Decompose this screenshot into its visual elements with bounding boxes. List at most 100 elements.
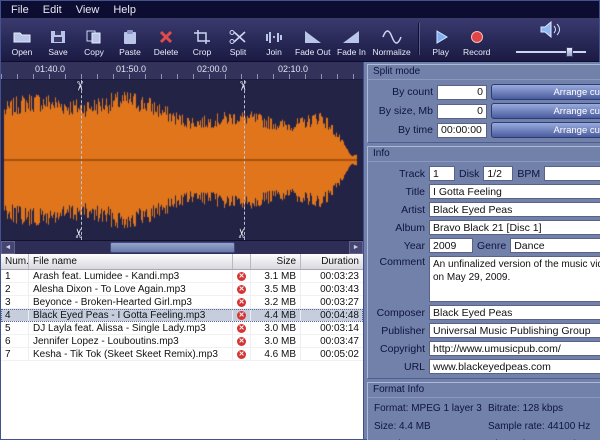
artist-input[interactable] bbox=[429, 202, 600, 217]
bpm-input[interactable] bbox=[544, 166, 600, 181]
fade-in-button[interactable]: Fade In bbox=[333, 19, 369, 59]
file-name[interactable]: DJ Layla feat. Alissa - Single Lady.mp3 bbox=[29, 322, 233, 334]
record-button[interactable]: Record bbox=[459, 19, 495, 59]
normalize-button[interactable]: Normalize bbox=[369, 19, 413, 59]
menu-edit[interactable]: Edit bbox=[36, 3, 69, 17]
crop-button[interactable]: Crop bbox=[184, 19, 220, 59]
delete-file-icon[interactable]: ✕ bbox=[237, 272, 246, 281]
disk-input[interactable] bbox=[483, 166, 513, 181]
publisher-input[interactable] bbox=[429, 323, 600, 338]
file-name[interactable]: Beyonce - Broken-Hearted Girl.mp3 bbox=[29, 296, 233, 308]
waveform-display[interactable]: ✂ ✂ ✂ ✂ bbox=[1, 80, 363, 240]
volume-slider[interactable] bbox=[516, 47, 586, 57]
album-input[interactable] bbox=[429, 220, 600, 235]
scissors-icon[interactable]: ✂ bbox=[71, 81, 87, 92]
delete-file-icon[interactable]: ✕ bbox=[237, 298, 246, 307]
header-delete bbox=[233, 254, 251, 269]
menu-file[interactable]: File bbox=[4, 3, 36, 17]
delete-file-icon[interactable]: ✕ bbox=[237, 337, 246, 346]
arrange-cut-lines-by-count-button[interactable]: Arrange cut lines bbox=[491, 84, 600, 100]
info-panel: Info Track Disk BPM Title bbox=[367, 146, 600, 379]
delete-file-cell: ✕ bbox=[233, 270, 251, 282]
split-button[interactable]: Split bbox=[220, 19, 256, 59]
crop-icon bbox=[192, 29, 212, 45]
scroll-right-arrow-icon[interactable]: ► bbox=[349, 241, 363, 254]
url-input[interactable] bbox=[429, 359, 600, 374]
file-row[interactable]: 5 DJ Layla feat. Alissa - Single Lady.mp… bbox=[1, 322, 363, 335]
fade-out-button[interactable]: Fade Out bbox=[292, 19, 333, 59]
header-size[interactable]: Size bbox=[251, 254, 301, 269]
scrollbar-thumb[interactable] bbox=[110, 242, 235, 253]
cut-line-1[interactable]: ✂ ✂ bbox=[81, 80, 82, 240]
waveform-pane: 01:40.0 01:50.0 02:00.0 02:10.0 ✂ ✂ ✂ ✂ … bbox=[1, 62, 364, 439]
comment-input[interactable]: An unfinalized version of the music vide… bbox=[429, 256, 600, 302]
delete-icon bbox=[156, 29, 176, 45]
title-input[interactable] bbox=[429, 184, 600, 199]
sample-rate-value: Sample rate: 44100 Hz bbox=[488, 421, 600, 432]
header-file-name[interactable]: File name bbox=[29, 254, 233, 269]
play-button[interactable]: Play bbox=[423, 19, 459, 59]
disk-label: Disk bbox=[459, 168, 479, 180]
file-num: 7 bbox=[1, 348, 29, 360]
file-row[interactable]: 7 Kesha - Tik Tok (Skeet Skeet Remix).mp… bbox=[1, 348, 363, 361]
delete-file-icon[interactable]: ✕ bbox=[237, 324, 246, 333]
arrange-cut-lines-by-time-button[interactable]: Arrange cut lines bbox=[491, 122, 600, 138]
menu-help[interactable]: Help bbox=[106, 3, 143, 17]
delete-button[interactable]: Delete bbox=[148, 19, 184, 59]
delete-file-icon[interactable]: ✕ bbox=[237, 350, 246, 359]
header-duration[interactable]: Duration bbox=[301, 254, 363, 269]
scissors-icon[interactable]: ✂ bbox=[234, 228, 250, 239]
file-row[interactable]: 6 Jennifer Lopez - Louboutins.mp3 ✕ 3.0 … bbox=[1, 335, 363, 348]
publisher-label: Publisher bbox=[373, 325, 425, 337]
timeline-ruler: 01:40.0 01:50.0 02:00.0 02:10.0 bbox=[1, 62, 363, 80]
composer-input[interactable] bbox=[429, 305, 600, 320]
file-name[interactable]: Arash feat. Lumidee - Kandi.mp3 bbox=[29, 270, 233, 282]
file-row[interactable]: 2 Alesha Dixon - To Love Again.mp3 ✕ 3.5… bbox=[1, 283, 363, 296]
file-name[interactable]: Alesha Dixon - To Love Again.mp3 bbox=[29, 283, 233, 295]
save-button[interactable]: Save bbox=[40, 19, 76, 59]
join-button[interactable]: Join bbox=[256, 19, 292, 59]
cut-line-2[interactable]: ✂ ✂ bbox=[244, 80, 245, 240]
file-row[interactable]: 4 Black Eyed Peas - I Gotta Feeling.mp3 … bbox=[1, 309, 363, 322]
genre-select[interactable]: Dance ▼ bbox=[510, 238, 600, 253]
copyright-input[interactable] bbox=[429, 341, 600, 356]
waveform-canvas[interactable] bbox=[1, 80, 363, 240]
scissors-icon[interactable]: ✂ bbox=[71, 228, 87, 239]
size-value: Size: 4.4 MB bbox=[374, 421, 478, 432]
header-num[interactable]: Num. bbox=[1, 254, 29, 269]
copyright-label: Copyright bbox=[373, 343, 425, 355]
waveform-scrollbar[interactable]: ◄ ► bbox=[1, 240, 363, 254]
bitrate-value: Bitrate: 128 kbps bbox=[488, 403, 600, 414]
by-count-input[interactable] bbox=[437, 85, 487, 100]
arrange-cut-lines-by-size-button[interactable]: Arrange cut lines bbox=[491, 103, 600, 119]
scroll-left-arrow-icon[interactable]: ◄ bbox=[1, 241, 15, 254]
tick-label: 01:40.0 bbox=[35, 64, 65, 74]
by-size-input[interactable] bbox=[437, 104, 487, 119]
info-title: Info bbox=[368, 147, 600, 162]
paste-button[interactable]: Paste bbox=[112, 19, 148, 59]
track-input[interactable] bbox=[429, 166, 455, 181]
tick-label: 02:00.0 bbox=[197, 64, 227, 74]
open-button[interactable]: Open bbox=[4, 19, 40, 59]
comment-label: Comment bbox=[373, 256, 425, 268]
file-duration: 00:03:43 bbox=[301, 283, 363, 295]
menu-view[interactable]: View bbox=[69, 3, 107, 17]
copy-button[interactable]: Copy bbox=[76, 19, 112, 59]
file-duration: 00:03:27 bbox=[301, 296, 363, 308]
file-name[interactable]: Jennifer Lopez - Louboutins.mp3 bbox=[29, 335, 233, 347]
scissors-icon[interactable]: ✂ bbox=[234, 81, 250, 92]
file-row[interactable]: 3 Beyonce - Broken-Hearted Girl.mp3 ✕ 3.… bbox=[1, 296, 363, 309]
file-name[interactable]: Black Eyed Peas - I Gotta Feeling.mp3 bbox=[29, 309, 233, 321]
volume-thumb[interactable] bbox=[566, 47, 573, 57]
year-input[interactable] bbox=[429, 238, 473, 253]
delete-file-cell: ✕ bbox=[233, 296, 251, 308]
delete-file-icon[interactable]: ✕ bbox=[237, 311, 246, 320]
format-info-panel: Format Info Format: MPEG 1 layer 3 Size:… bbox=[367, 382, 600, 440]
file-row[interactable]: 1 Arash feat. Lumidee - Kandi.mp3 ✕ 3.1 … bbox=[1, 270, 363, 283]
delete-file-icon[interactable]: ✕ bbox=[237, 285, 246, 294]
delete-file-cell: ✕ bbox=[233, 335, 251, 347]
scrollbar-track[interactable] bbox=[15, 241, 349, 254]
by-time-input[interactable] bbox=[437, 123, 487, 138]
composer-label: Composer bbox=[373, 307, 425, 319]
file-name[interactable]: Kesha - Tik Tok (Skeet Skeet Remix).mp3 bbox=[29, 348, 233, 360]
